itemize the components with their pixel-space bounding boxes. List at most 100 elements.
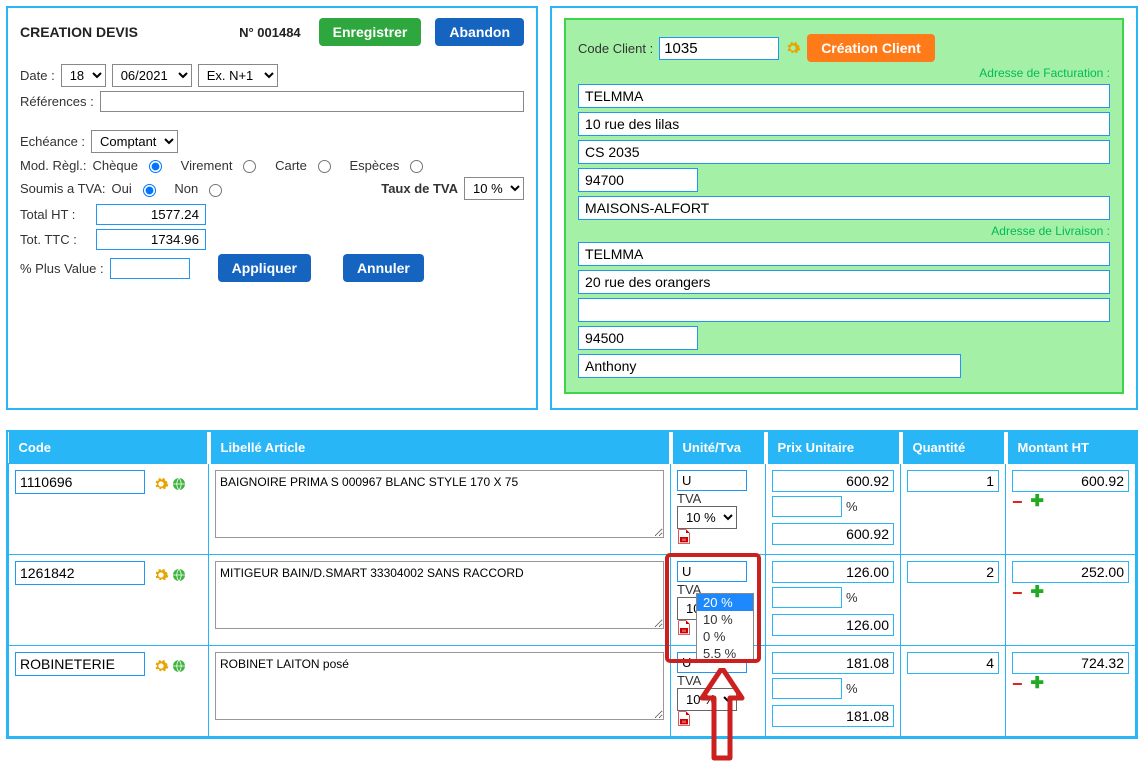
pu-net-input[interactable] <box>772 705 894 727</box>
qty-input[interactable] <box>907 470 999 492</box>
qty-input[interactable] <box>907 561 999 583</box>
tva-select[interactable]: 10 % <box>677 506 737 529</box>
tva-option[interactable]: 10 % <box>697 611 753 628</box>
pdf-icon[interactable] <box>677 711 691 727</box>
add-line-icon[interactable]: ✚ <box>1031 496 1044 508</box>
unite-input[interactable] <box>677 470 747 491</box>
cancel-plusvalue-button[interactable]: Annuler <box>343 254 424 282</box>
pu-net-input[interactable] <box>772 614 894 636</box>
pu-input[interactable] <box>772 561 894 583</box>
amount-input[interactable] <box>1012 470 1129 492</box>
livr-line-1[interactable] <box>578 242 1110 266</box>
code-input[interactable] <box>15 470 145 494</box>
facturation-heading: Adresse de Facturation : <box>578 66 1110 80</box>
livr-zip[interactable] <box>578 326 698 350</box>
gear-icon[interactable] <box>153 567 169 583</box>
unite-input[interactable] <box>677 561 747 582</box>
tva-oui-radio[interactable] <box>143 184 156 197</box>
col-qte: Quantité <box>901 432 1006 464</box>
tva-soumis-label: Soumis a TVA: <box>20 181 106 196</box>
apply-button[interactable]: Appliquer <box>218 254 311 282</box>
col-ht: Montant HT <box>1006 432 1136 464</box>
gear-icon[interactable] <box>153 658 169 674</box>
amount-input[interactable] <box>1012 652 1129 674</box>
echeance-select[interactable]: Comptant <box>91 130 178 153</box>
pdf-icon[interactable] <box>677 620 691 636</box>
fact-line-2[interactable] <box>578 112 1110 136</box>
taux-tva-select[interactable]: 10 % <box>464 177 524 200</box>
fact-line-3[interactable] <box>578 140 1110 164</box>
remove-line-icon[interactable]: − <box>1012 496 1023 508</box>
date-day-select[interactable]: 18 <box>61 64 106 87</box>
pay-cheque-radio[interactable] <box>149 160 162 173</box>
livr-city[interactable] <box>578 354 961 378</box>
tva-option[interactable]: 20 % <box>697 594 753 611</box>
abandon-button[interactable]: Abandon <box>435 18 524 46</box>
date-month-select[interactable]: 06/2021 <box>112 64 192 87</box>
plusvalue-label: % Plus Value : <box>20 261 104 276</box>
globe-icon[interactable] <box>171 658 187 674</box>
add-line-icon[interactable]: ✚ <box>1031 678 1044 690</box>
pct-sign: % <box>846 499 858 514</box>
libelle-textarea[interactable] <box>215 561 664 629</box>
fact-city[interactable] <box>578 196 1110 220</box>
code-client-input[interactable] <box>659 37 779 60</box>
pay-especes-radio[interactable] <box>410 160 423 173</box>
libelle-textarea[interactable] <box>215 652 664 720</box>
pay-cheque-label: Chèque <box>92 158 138 173</box>
fact-line-1[interactable] <box>578 84 1110 108</box>
table-row: TVA 10 % % − ✚ <box>9 464 1136 555</box>
client-panel-outer: Code Client : Création Client Adresse de… <box>550 6 1138 410</box>
total-ttc-label: Tot. TTC : <box>20 232 90 247</box>
globe-icon[interactable] <box>171 567 187 583</box>
pct-sign: % <box>846 590 858 605</box>
add-line-icon[interactable]: ✚ <box>1031 587 1044 599</box>
echeance-label: Echéance : <box>20 134 85 149</box>
total-ht-value <box>96 204 206 225</box>
fact-zip[interactable] <box>578 168 698 192</box>
pu-pct-input[interactable] <box>772 587 842 608</box>
tva-non-radio[interactable] <box>209 184 222 197</box>
gear-icon[interactable] <box>785 40 801 56</box>
col-pu: Prix Unitaire <box>766 432 901 464</box>
remove-line-icon[interactable]: − <box>1012 587 1023 599</box>
code-input[interactable] <box>15 561 145 585</box>
pu-pct-input[interactable] <box>772 678 842 699</box>
code-input[interactable] <box>15 652 145 676</box>
amount-input[interactable] <box>1012 561 1129 583</box>
total-ht-label: Total HT : <box>20 207 90 222</box>
libelle-textarea[interactable] <box>215 470 664 538</box>
gear-icon[interactable] <box>153 476 169 492</box>
globe-icon[interactable] <box>171 476 187 492</box>
tva-select[interactable]: 10 % <box>677 688 737 711</box>
tva-option[interactable]: 0 % <box>697 628 753 645</box>
pay-carte-label: Carte <box>275 158 307 173</box>
create-client-button[interactable]: Création Client <box>807 34 935 62</box>
pct-sign: % <box>846 681 858 696</box>
pu-net-input[interactable] <box>772 523 894 545</box>
pu-input[interactable] <box>772 470 894 492</box>
livraison-heading: Adresse de Livraison : <box>578 224 1110 238</box>
livr-line-3[interactable] <box>578 298 1110 322</box>
date-label: Date : <box>20 68 55 83</box>
date-ex-select[interactable]: Ex. N+1 <box>198 64 278 87</box>
pay-carte-radio[interactable] <box>318 160 331 173</box>
save-button[interactable]: Enregistrer <box>319 18 422 46</box>
col-unite: Unité/Tva <box>671 432 766 464</box>
qty-input[interactable] <box>907 652 999 674</box>
pay-virement-radio[interactable] <box>243 160 256 173</box>
plusvalue-input[interactable] <box>110 258 190 279</box>
pu-input[interactable] <box>772 652 894 674</box>
client-panel: Code Client : Création Client Adresse de… <box>564 18 1124 394</box>
table-row: TVA 10 % % − ✚ <box>9 646 1136 737</box>
livr-line-2[interactable] <box>578 270 1110 294</box>
tva-label: TVA <box>677 491 701 506</box>
tva-option[interactable]: 5.5 % <box>697 645 753 662</box>
col-code: Code <box>9 432 209 464</box>
pdf-icon[interactable] <box>677 529 691 545</box>
references-input[interactable] <box>100 91 524 112</box>
pu-pct-input[interactable] <box>772 496 842 517</box>
remove-line-icon[interactable]: − <box>1012 678 1023 690</box>
taux-tva-label: Taux de TVA <box>381 181 458 196</box>
tva-dropdown-open[interactable]: 20 % 10 % 0 % 5.5 % <box>696 593 754 663</box>
